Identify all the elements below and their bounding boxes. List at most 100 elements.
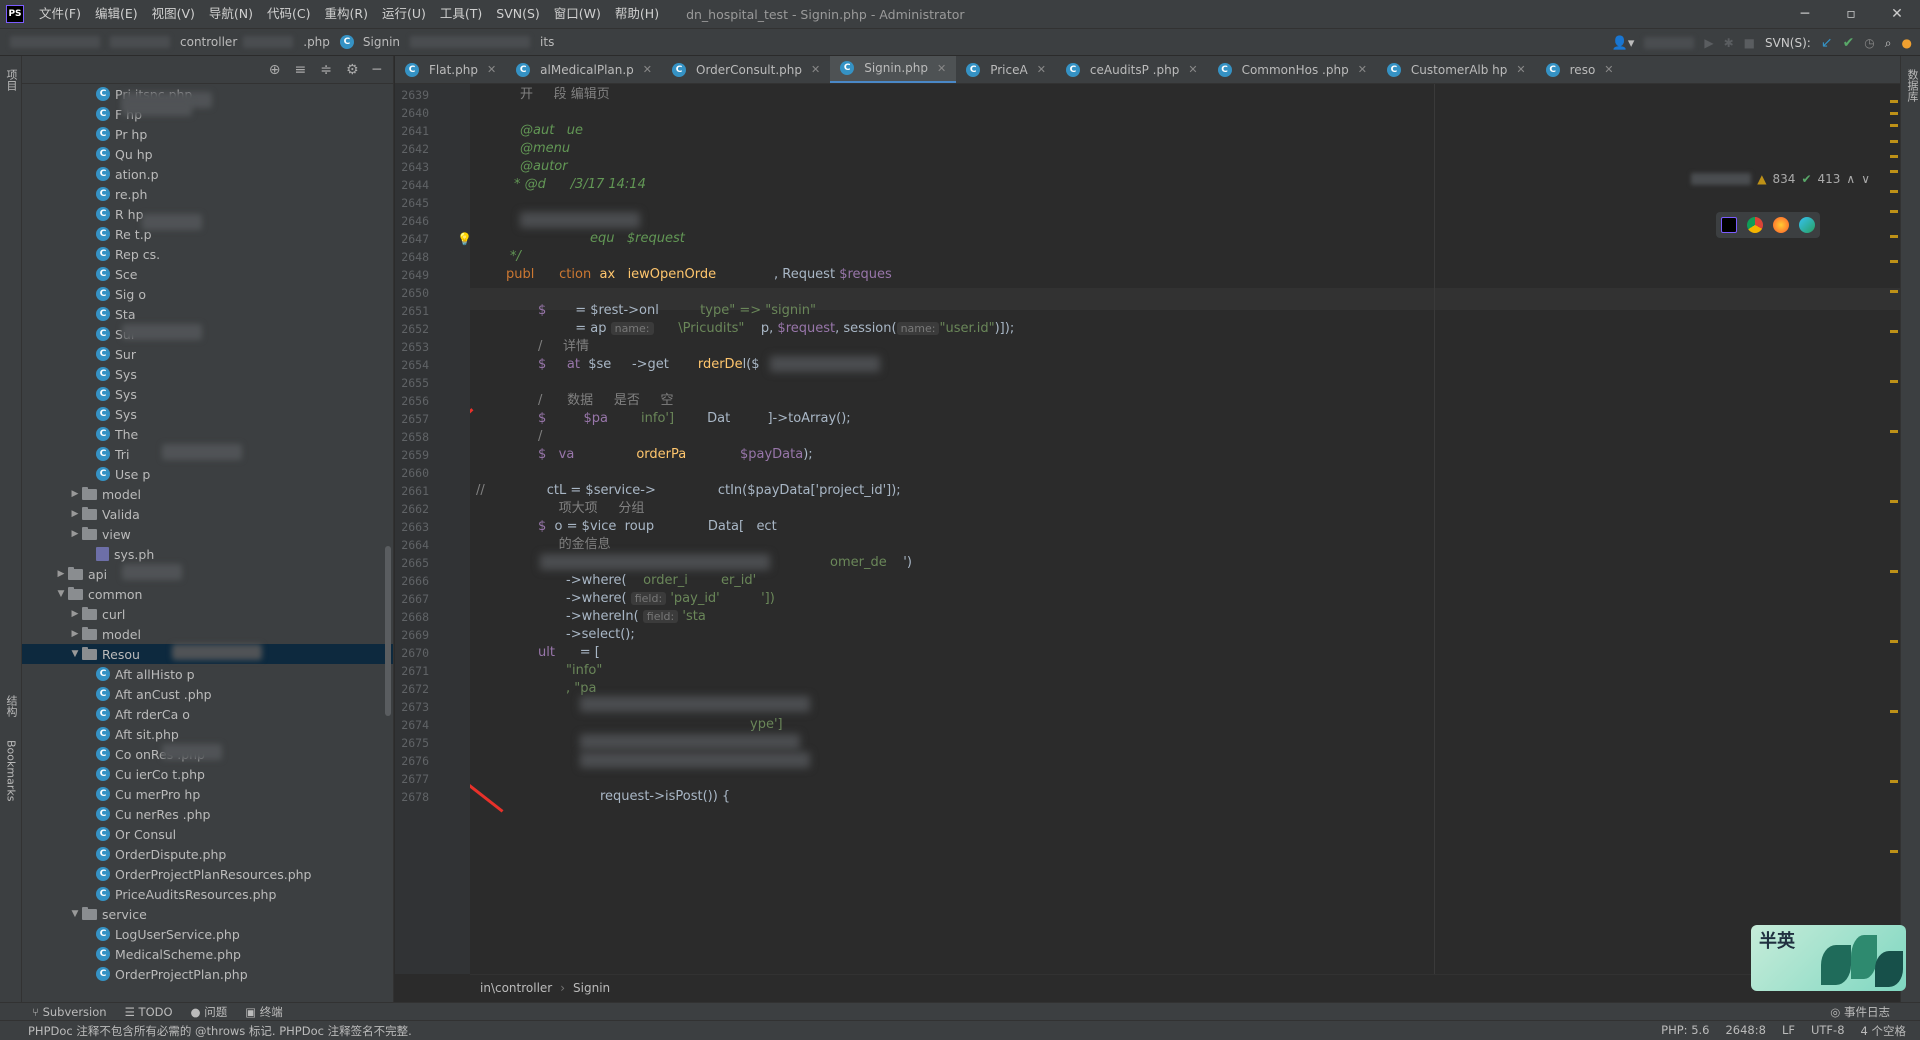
editor-tab[interactable]: C CommonHos .php ✕	[1208, 56, 1377, 83]
tree-file[interactable]: C Qu hp	[22, 144, 393, 164]
error-mark[interactable]	[1890, 850, 1898, 853]
tree-file[interactable]: C MedicalScheme.php	[22, 944, 393, 964]
close-tab-icon[interactable]: ✕	[811, 63, 820, 76]
error-mark[interactable]	[1890, 112, 1898, 115]
line-number[interactable]: 2665	[395, 556, 429, 570]
line-number[interactable]: 2642	[395, 142, 429, 156]
editor-tab[interactable]: C CustomerAlb hp ✕	[1377, 56, 1536, 83]
line-number[interactable]: 2669	[395, 628, 429, 642]
editor-tab[interactable]: Creso ✕	[1536, 56, 1624, 83]
search-icon[interactable]: ⌕	[1885, 36, 1892, 51]
subversion-tool-tab[interactable]: ⑂ Subversion	[32, 1005, 107, 1019]
svn-history-icon[interactable]: ◷	[1864, 36, 1874, 50]
chevron-right-icon[interactable]: ▶	[68, 529, 82, 539]
tree-folder[interactable]: ▼ common	[22, 584, 393, 604]
tree-file[interactable]: C R hp	[22, 204, 393, 224]
line-number[interactable]: 2653	[395, 340, 429, 354]
prev-highlight-icon[interactable]: ∧	[1846, 172, 1855, 186]
error-mark[interactable]	[1890, 170, 1898, 173]
code-editor[interactable]: 开 段 编辑页 @aut ue @menu @autor * @d /3/17 …	[470, 84, 1900, 974]
tree-file[interactable]: C Sys	[22, 384, 393, 404]
line-separator-widget[interactable]: LF	[1782, 1023, 1795, 1039]
tree-file[interactable]: C Sig o	[22, 284, 393, 304]
chevron-right-icon[interactable]: ▶	[68, 489, 82, 499]
editor-tab[interactable]: CceAuditsP .php ✕	[1056, 56, 1208, 83]
tree-file[interactable]: C OrderProjectPlanResources.php	[22, 864, 393, 884]
encoding-widget[interactable]: UTF-8	[1811, 1023, 1845, 1039]
event-log-tool-tab[interactable]: ◎ 事件日志	[1830, 1004, 1890, 1020]
menu-item-2[interactable]: 视图(V)	[145, 0, 202, 28]
line-number[interactable]: 2673	[395, 700, 429, 714]
line-number[interactable]: 2648	[395, 250, 429, 264]
line-number[interactable]: 2640	[395, 106, 429, 120]
line-number[interactable]: 2667	[395, 592, 429, 606]
line-number[interactable]: 2649	[395, 268, 429, 282]
error-mark[interactable]	[1890, 780, 1898, 783]
expand-all-icon[interactable]: ≡	[295, 62, 307, 78]
line-number[interactable]: 2677	[395, 772, 429, 786]
tree-file[interactable]: C Or Consul	[22, 824, 393, 844]
breadcrumb-class[interactable]: Signin	[573, 981, 610, 995]
maximize-button[interactable]: ▫	[1828, 0, 1874, 28]
svn-commit-icon[interactable]: ✔	[1843, 35, 1855, 51]
chevron-right-icon[interactable]: ▶	[68, 629, 82, 639]
line-number[interactable]: 2655	[395, 376, 429, 390]
tree-file[interactable]: C PriceAuditsResources.php	[22, 884, 393, 904]
menu-item-10[interactable]: 帮助(H)	[608, 0, 666, 28]
tree-file[interactable]: C Aft sit.php	[22, 724, 393, 744]
chevron-right-icon[interactable]: ▶	[68, 609, 82, 619]
chevron-right-icon[interactable]: ▶	[54, 569, 68, 579]
close-tab-icon[interactable]: ✕	[937, 62, 946, 75]
indent-widget[interactable]: 4 个空格	[1861, 1023, 1906, 1039]
tree-file[interactable]: C Sys	[22, 404, 393, 424]
line-number[interactable]: 2650	[395, 286, 429, 300]
status-message[interactable]: PHPDoc 注释不包含所有必需的 @throws 标记. PHPDoc 注释签…	[28, 1023, 412, 1039]
close-button[interactable]: ✕	[1874, 0, 1920, 28]
svn-update-icon[interactable]: ↙	[1821, 35, 1833, 51]
line-number[interactable]: 2641	[395, 124, 429, 138]
line-number[interactable]: 2672	[395, 682, 429, 696]
tree-file[interactable]: C OrderProjectPlan.php	[22, 964, 393, 984]
editor-tab[interactable]: CalMedicalPlan.p ✕	[506, 56, 662, 83]
editor-tab[interactable]: C Signin.php ✕	[830, 56, 957, 83]
chrome-icon[interactable]	[1747, 217, 1763, 233]
line-number[interactable]: 2661	[395, 484, 429, 498]
line-number[interactable]: 2651	[395, 304, 429, 318]
todo-tool-tab[interactable]: ☰ TODO	[125, 1005, 173, 1019]
error-mark[interactable]	[1890, 710, 1898, 713]
line-number[interactable]: 2662	[395, 502, 429, 516]
error-mark[interactable]	[1890, 140, 1898, 143]
line-number[interactable]: 2643	[395, 160, 429, 174]
line-number[interactable]: 2668	[395, 610, 429, 624]
line-number[interactable]: 2644	[395, 178, 429, 192]
firefox-icon[interactable]	[1773, 217, 1789, 233]
structure-tool-tab[interactable]: 结构	[2, 686, 20, 726]
line-number[interactable]: 2666	[395, 574, 429, 588]
line-number[interactable]: 2656	[395, 394, 429, 408]
close-tab-icon[interactable]: ✕	[1037, 63, 1046, 76]
error-mark[interactable]	[1890, 380, 1898, 383]
line-number[interactable]: 2670	[395, 646, 429, 660]
error-mark[interactable]	[1890, 500, 1898, 503]
menu-item-3[interactable]: 导航(N)	[202, 0, 260, 28]
tree-file[interactable]: C Cu merPro hp	[22, 784, 393, 804]
chevron-right-icon[interactable]: ▶	[68, 509, 82, 519]
tree-file[interactable]: C Aft anCust .php	[22, 684, 393, 704]
debug-icon[interactable]: ✱	[1724, 36, 1734, 50]
line-number[interactable]: 2646	[395, 214, 429, 228]
tree-file[interactable]: C Pr hp	[22, 124, 393, 144]
close-tab-icon[interactable]: ✕	[643, 63, 652, 76]
menu-item-0[interactable]: 文件(F)	[32, 0, 88, 28]
close-tab-icon[interactable]: ✕	[1516, 63, 1525, 76]
run-icon[interactable]: ▶	[1704, 36, 1713, 50]
tree-file[interactable]: C LogUserService.php	[22, 924, 393, 944]
line-number[interactable]: 2674	[395, 718, 429, 732]
line-number[interactable]: 2654	[395, 358, 429, 372]
phpstorm-browser-icon[interactable]	[1721, 217, 1737, 233]
line-number[interactable]: 2645	[395, 196, 429, 210]
tree-file[interactable]: C Aft allHisto p	[22, 664, 393, 684]
update-notification-icon[interactable]: ●	[1902, 36, 1912, 50]
menu-item-4[interactable]: 代码(C)	[260, 0, 317, 28]
locate-icon[interactable]: ⊕	[269, 62, 281, 78]
error-mark[interactable]	[1890, 100, 1898, 103]
